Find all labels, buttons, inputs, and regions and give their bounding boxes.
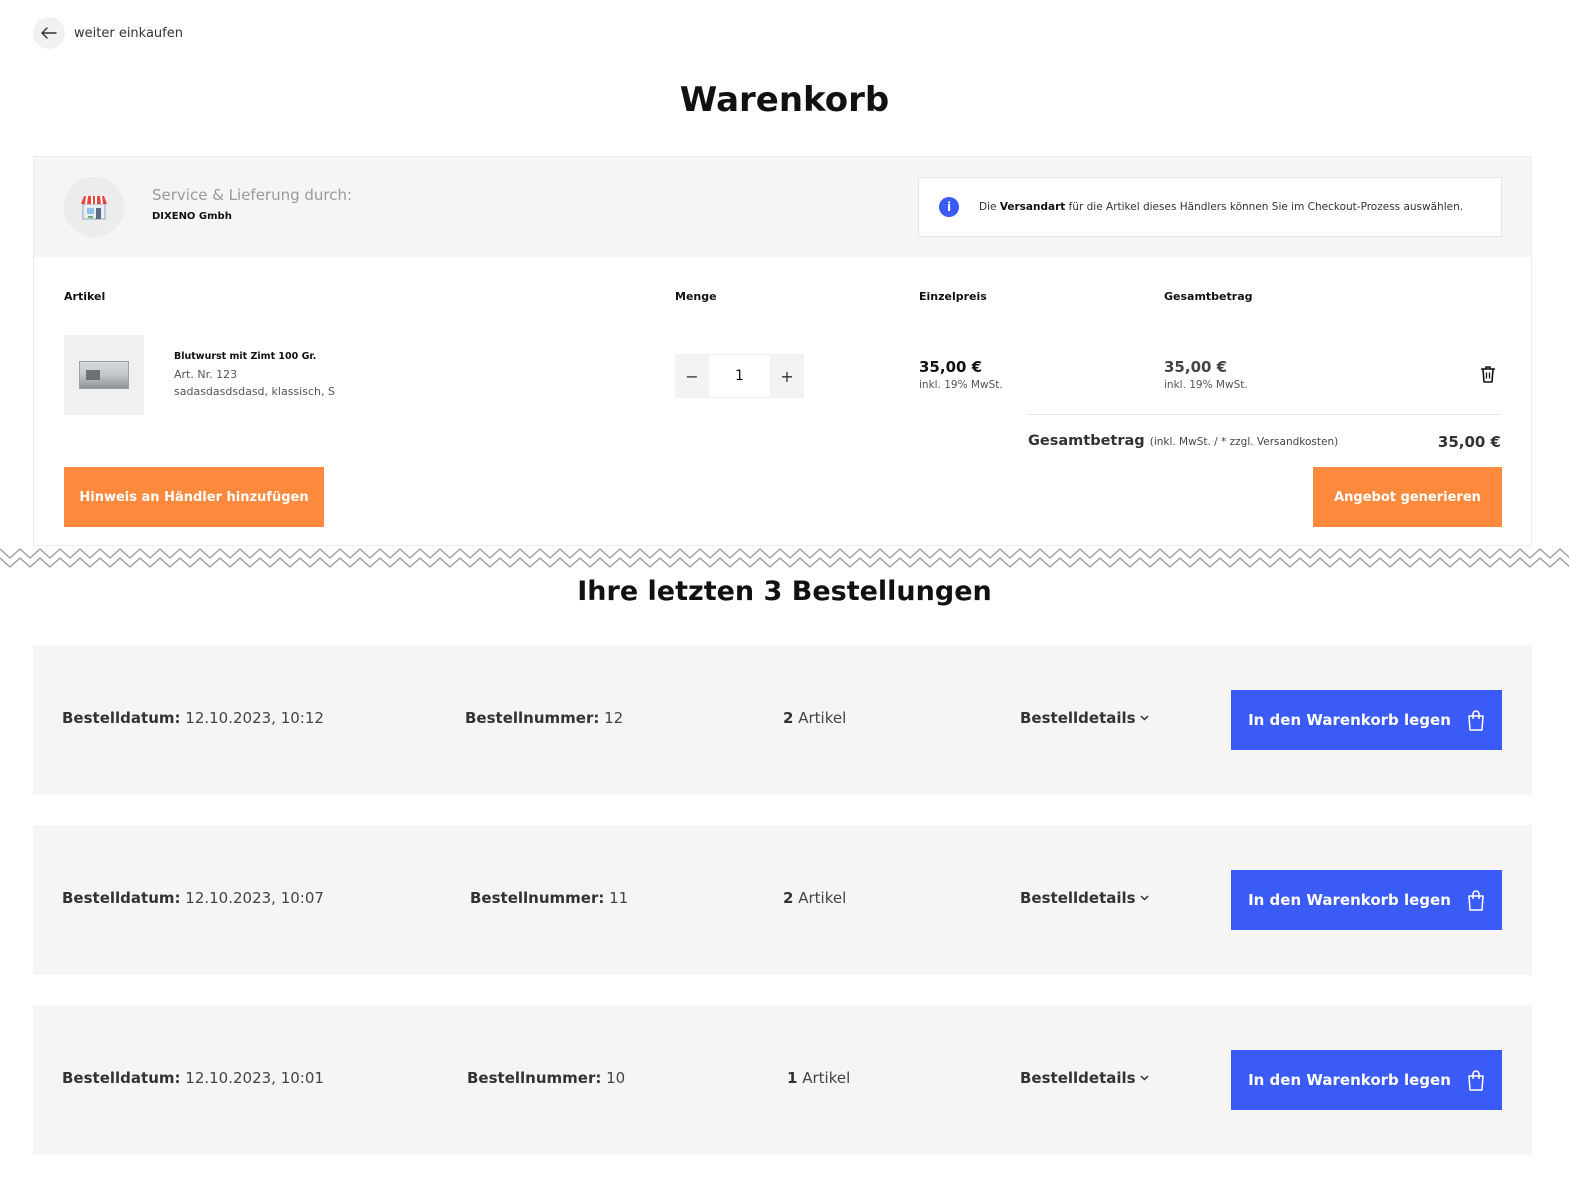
- product-article-number: Art. Nr. 123: [174, 368, 238, 381]
- chevron-down-icon: [1140, 1075, 1149, 1081]
- item-total-price: 35,00 €: [1164, 358, 1228, 376]
- order-item-count: 2 Artikel: [783, 709, 847, 727]
- shopping-bag-icon: [1468, 889, 1484, 911]
- summary-divider: [1028, 414, 1502, 415]
- increase-quantity-button[interactable]: +: [770, 354, 804, 398]
- cart-total-value: 35,00 €: [1437, 433, 1501, 451]
- product-image: [79, 361, 129, 389]
- info-icon: i: [939, 197, 959, 217]
- chevron-down-icon: [1140, 715, 1149, 721]
- quantity-stepper: − +: [675, 354, 804, 398]
- cart-total-note: (inkl. MwSt. / * zzgl. Versandkosten): [1149, 436, 1339, 448]
- order-row: Bestelldatum: 12.10.2023, 10:01 Bestellnu…: [33, 1005, 1532, 1155]
- column-header-article: Artikel: [64, 290, 106, 303]
- merchant-heading: Service & Lieferung durch:: [152, 186, 353, 204]
- order-date: Bestelldatum: 12.10.2023, 10:12: [62, 709, 324, 727]
- reorder-add-to-cart-button[interactable]: In den Warenkorb legen: [1231, 870, 1502, 930]
- order-details-toggle[interactable]: Bestelldetails: [1020, 709, 1149, 727]
- back-link[interactable]: weiter einkaufen: [33, 17, 183, 49]
- shopping-bag-icon: [1468, 1069, 1484, 1091]
- zigzag-separator: [0, 548, 1569, 568]
- arrow-left-icon: [33, 17, 65, 49]
- order-number: Bestellnummer: 11: [470, 889, 629, 907]
- reorder-add-to-cart-button[interactable]: In den Warenkorb legen: [1231, 690, 1502, 750]
- generate-offer-button[interactable]: Angebot generieren: [1313, 467, 1502, 527]
- recent-orders-title: Ihre letzten 3 Bestellungen: [577, 576, 992, 607]
- product-variant: sadasdasdsdasd, klassisch, S: [174, 385, 335, 398]
- column-header-total: Gesamtbetrag: [1164, 290, 1253, 303]
- order-number: Bestellnummer: 12: [465, 709, 624, 727]
- order-row: Bestelldatum: 12.10.2023, 10:07 Bestellnu…: [33, 825, 1532, 975]
- order-item-count: 2 Artikel: [783, 889, 847, 907]
- quantity-input[interactable]: [709, 355, 770, 397]
- order-number: Bestellnummer: 10: [467, 1069, 626, 1087]
- chevron-down-icon: [1140, 895, 1149, 901]
- unit-price: 35,00 €: [919, 358, 983, 376]
- shipping-info-text: Die Versandart für die Artikel dieses Hä…: [979, 201, 1464, 213]
- order-date: Bestelldatum: 12.10.2023, 10:07: [62, 889, 324, 907]
- order-item-count: 1 Artikel: [787, 1069, 851, 1087]
- back-link-label: weiter einkaufen: [74, 25, 183, 41]
- page-title: Warenkorb: [679, 80, 890, 120]
- cart-total-label: Gesamtbetrag (inkl. MwSt. / * zzgl. Vers…: [1028, 433, 1339, 449]
- order-date: Bestelldatum: 12.10.2023, 10:01: [62, 1069, 324, 1087]
- reorder-add-to-cart-button[interactable]: In den Warenkorb legen: [1231, 1050, 1502, 1110]
- merchant-bar: Service & Lieferung durch: DIXENO Gmbh i…: [34, 157, 1531, 257]
- shop-icon: [64, 177, 124, 237]
- cart-panel: Service & Lieferung durch: DIXENO Gmbh i…: [33, 156, 1532, 546]
- unit-price-tax-note: inkl. 19% MwSt.: [919, 379, 1003, 391]
- order-details-toggle[interactable]: Bestelldetails: [1020, 889, 1149, 907]
- decrease-quantity-button[interactable]: −: [675, 354, 709, 398]
- column-header-unit-price: Einzelpreis: [919, 290, 987, 303]
- order-details-toggle[interactable]: Bestelldetails: [1020, 1069, 1149, 1087]
- shipping-info-box: i Die Versandart für die Artikel dieses …: [918, 177, 1502, 237]
- item-total-tax-note: inkl. 19% MwSt.: [1164, 379, 1248, 391]
- shopping-bag-icon: [1468, 709, 1484, 731]
- column-header-quantity: Menge: [675, 290, 717, 303]
- order-row: Bestelldatum: 12.10.2023, 10:12 Bestellnu…: [33, 645, 1532, 795]
- trash-icon[interactable]: [1480, 365, 1496, 387]
- add-merchant-note-button[interactable]: Hinweis an Händler hinzufügen: [64, 467, 324, 527]
- merchant-name: DIXENO Gmbh: [152, 211, 232, 222]
- product-thumbnail[interactable]: [64, 335, 144, 415]
- product-name[interactable]: Blutwurst mit Zimt 100 Gr.: [174, 351, 316, 362]
